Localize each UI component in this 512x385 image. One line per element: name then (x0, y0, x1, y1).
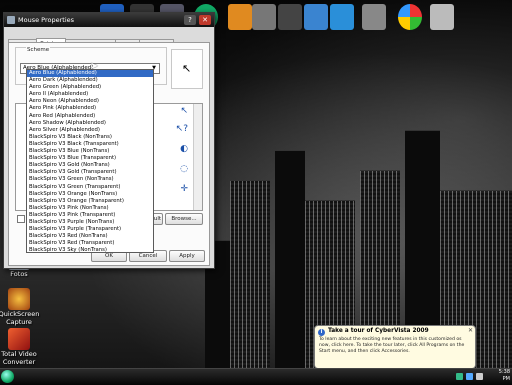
clock-period: PM (502, 376, 510, 382)
scheme-option[interactable]: Aero Red (Alphablended) (27, 113, 153, 120)
video-converter-icon (8, 328, 30, 350)
scheme-option[interactable]: BlackSpiro V3 Sky (NonTrans) (27, 247, 153, 252)
help-button[interactable]: ? (184, 15, 196, 25)
info-tray-icon[interactable] (466, 373, 473, 380)
pointer-preview: ↖ (171, 49, 203, 89)
scheme-option[interactable]: BlackSpiro V3 Pink (Transparent) (27, 212, 153, 219)
dock-app-icon[interactable] (362, 4, 386, 30)
dock-app-icon[interactable] (330, 4, 354, 30)
scheme-option[interactable]: BlackSpiro V3 Gold (NonTrans) (27, 162, 153, 169)
list-scrollbar[interactable] (193, 104, 202, 210)
working-in-background-icon: ◐ (180, 144, 188, 154)
balloon-title: Take a tour of CyberVista 2009 (328, 328, 429, 334)
close-button[interactable]: ✕ (199, 15, 211, 25)
wallpaper-building (275, 150, 305, 371)
scheme-option[interactable]: BlackSpiro V3 Purple (Transparent) (27, 226, 153, 233)
precision-select-icon: ✛ (180, 184, 188, 194)
scheme-option[interactable]: BlackSpiro V3 Red (NonTrans) (27, 233, 153, 240)
desktop-icon-total-video-converter[interactable]: Total Video Converter (0, 328, 44, 366)
scheme-option[interactable]: BlackSpiro V3 Pink (NonTrans) (27, 205, 153, 212)
window-titlebar[interactable]: Mouse Properties ? ✕ (4, 13, 214, 27)
mouse-icon (7, 16, 15, 24)
scheme-option[interactable]: BlackSpiro V3 Blue (Transparent) (27, 155, 153, 162)
scheme-option[interactable]: BlackSpiro V3 Red (Transparent) (27, 240, 153, 247)
dock-app-icon[interactable] (228, 4, 252, 30)
scheme-option[interactable]: Aero Pink (Alphablended) (27, 105, 153, 112)
clock[interactable]: 5:38 PM (499, 369, 510, 383)
notification-balloon[interactable]: i Take a tour of CyberVista 2009 ✕ To le… (314, 325, 476, 369)
network-icon[interactable] (456, 373, 463, 380)
wallpaper-building (230, 180, 270, 371)
balloon-body: To learn about the exciting new features… (319, 337, 465, 354)
taskbar: 5:38 PM (0, 368, 512, 385)
scheme-legend: Scheme (26, 47, 51, 53)
scheme-option[interactable]: BlackSpiro V3 Black (Transparent) (27, 141, 153, 148)
start-orb-icon (1, 370, 14, 383)
scheme-option[interactable]: BlackSpiro V3 Orange (NonTrans) (27, 191, 153, 198)
close-icon[interactable]: ✕ (468, 327, 473, 334)
tab-strip: ButtonsPointersPointer OptionsWheelHardw… (8, 31, 174, 50)
start-button[interactable] (0, 369, 14, 385)
scheme-option[interactable]: BlackSpiro V3 Green (Transparent) (27, 184, 153, 191)
scheme-option[interactable]: Aero Silver (Alphablended) (27, 127, 153, 134)
scheme-option[interactable]: BlackSpiro V3 Orange (Transparent) (27, 198, 153, 205)
scheme-option[interactable]: BlackSpiro V3 Gold (Transparent) (27, 169, 153, 176)
info-icon: i (318, 329, 325, 336)
scheme-option[interactable]: BlackSpiro V3 Blue (NonTrans) (27, 148, 153, 155)
help-select-icon: ↖? (175, 124, 188, 134)
dock-app-icon[interactable] (304, 4, 328, 30)
scheme-option[interactable]: BlackSpiro V3 Purple (NonTrans) (27, 219, 153, 226)
apply-button[interactable]: Apply (169, 250, 205, 262)
desktop-icon-label: QuickScreen Capture (0, 310, 40, 326)
scheme-option[interactable]: Aero Green (Alphablended) (27, 84, 153, 91)
scheme-dropdown-list[interactable]: Aero Blue (Alphablended) Aero Dark (Alpha… (26, 69, 154, 253)
window-title: Mouse Properties (18, 16, 75, 24)
enable-shadow-checkbox[interactable] (17, 215, 25, 223)
arrow-pointer-icon: ↖ (182, 62, 192, 75)
mouse-cursor-icon: ➤ (90, 61, 99, 72)
scheme-option[interactable]: Aero Neon (Alphablended) (27, 98, 153, 105)
scheme-option[interactable]: BlackSpiro V3 Black (NonTrans) (27, 134, 153, 141)
recycle-bin-icon[interactable] (430, 4, 454, 30)
scheme-option[interactable]: Aero Shadow (Alphablended) (27, 120, 153, 127)
busy-icon: ◌ (180, 164, 188, 174)
dock-app-icon[interactable] (278, 4, 302, 30)
system-tray: 5:38 PM (452, 369, 512, 385)
desktop-icon-quickscreen[interactable]: QuickScreen Capture (0, 288, 44, 326)
dock-app-icon[interactable] (252, 4, 276, 30)
scheme-option[interactable]: Aero II (Alphablended) (27, 91, 153, 98)
clock-time: 5:38 (498, 369, 510, 375)
quickscreen-capture-icon (8, 288, 30, 310)
windows-logo-icon[interactable] (398, 4, 422, 30)
desktop-icon-label: Total Video Converter (1, 350, 37, 366)
desktop-icon-label: Fotos (10, 270, 28, 278)
scheme-option[interactable]: BlackSpiro V3 Green (NonTrans) (27, 176, 153, 183)
normal-select-icon: ↖ (180, 106, 188, 116)
browse-button[interactable]: Browse... (165, 213, 203, 225)
scheme-option[interactable]: Aero Dark (Alphablended) (27, 77, 153, 84)
volume-icon[interactable] (476, 373, 483, 380)
